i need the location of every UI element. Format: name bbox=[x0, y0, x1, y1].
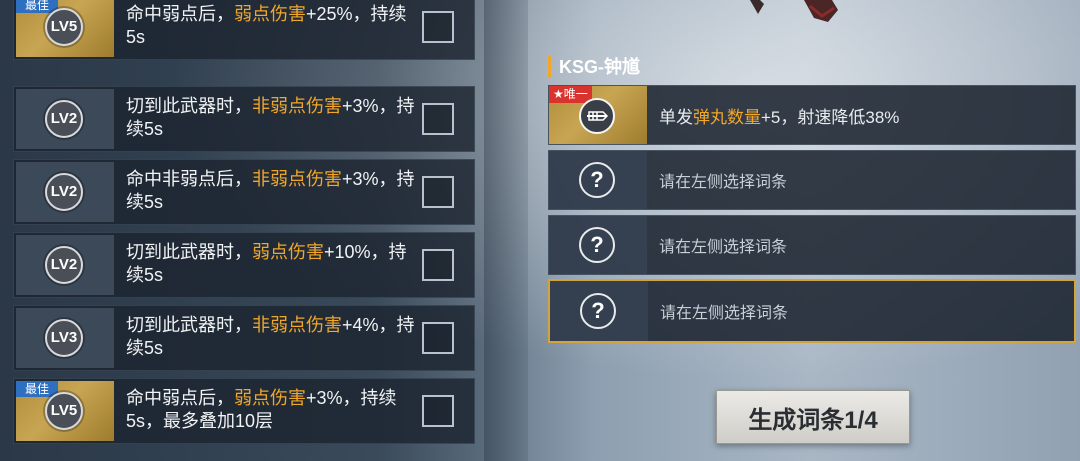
affix-highlight: 弱点伤害 bbox=[252, 242, 324, 262]
level-badge: LV5 bbox=[45, 8, 83, 46]
affix-text: 切到此武器时， bbox=[126, 315, 252, 335]
affix-highlight: 非弱点伤害 bbox=[252, 315, 342, 335]
level-tile: LV2 bbox=[16, 162, 114, 222]
affix-slot[interactable]: ? 请在左侧选择词条 bbox=[548, 215, 1076, 275]
affix-row[interactable]: 最佳 LV5 命中弱点后，弱点伤害+3%，持续5s，最多叠加10层 bbox=[13, 378, 475, 444]
best-badge: 最佳 bbox=[16, 381, 58, 397]
level-badge: LV5 bbox=[45, 392, 83, 430]
question-icon: ? bbox=[580, 293, 616, 329]
ammo-icon bbox=[579, 98, 615, 134]
affix-row[interactable]: 最佳 LV5 命中弱点后，弱点伤害+25%，持续5s bbox=[13, 0, 475, 60]
level-badge: LV2 bbox=[45, 246, 83, 284]
level-tile: 最佳 LV5 bbox=[16, 0, 114, 57]
affix-checkbox[interactable] bbox=[422, 395, 454, 427]
affix-slot-selected[interactable]: ? 请在左侧选择词条 bbox=[548, 279, 1076, 343]
level-badge: LV2 bbox=[45, 173, 83, 211]
slot-placeholder: 请在左侧选择词条 bbox=[659, 174, 788, 191]
affix-row[interactable]: LV2 切到此武器时，弱点伤害+10%，持续5s bbox=[13, 232, 475, 298]
slot-description: 单发 弹丸数量 +5，射速降低38% bbox=[659, 86, 899, 144]
affix-row[interactable]: LV2 切到此武器时，非弱点伤害+3%，持续5s bbox=[13, 86, 475, 152]
level-badge: LV3 bbox=[45, 319, 83, 357]
slot-icon-tile: ★唯一 bbox=[549, 86, 647, 144]
affix-checkbox[interactable] bbox=[422, 322, 454, 354]
slot-highlight: 弹丸数量 bbox=[693, 107, 761, 127]
generate-affix-button[interactable]: 生成词条1/4 bbox=[716, 390, 910, 444]
affix-checkbox[interactable] bbox=[422, 11, 454, 43]
affix-row[interactable]: LV2 命中非弱点后，非弱点伤害+3%，持续5s bbox=[13, 159, 475, 225]
slot-placeholder: 请在左侧选择词条 bbox=[660, 305, 789, 322]
affix-checkbox[interactable] bbox=[422, 176, 454, 208]
slot-icon-tile: ? bbox=[550, 281, 648, 341]
affix-row[interactable]: LV3 切到此武器时，非弱点伤害+4%，持续5s bbox=[13, 305, 475, 371]
affix-checkbox[interactable] bbox=[422, 249, 454, 281]
affix-text: 命中非弱点后， bbox=[126, 169, 252, 189]
affix-description: 切到此武器时，弱点伤害+10%，持续5s bbox=[126, 241, 416, 287]
affix-text: 命中弱点后， bbox=[126, 388, 234, 408]
slot-placeholder: 请在左侧选择词条 bbox=[659, 239, 788, 256]
weapon-title: KSG-钟馗 bbox=[548, 56, 640, 78]
affix-highlight: 弱点伤害 bbox=[234, 4, 306, 24]
level-tile: LV2 bbox=[16, 89, 114, 149]
slot-icon-tile: ? bbox=[549, 151, 647, 209]
question-icon: ? bbox=[579, 227, 615, 263]
affix-description: 切到此武器时，非弱点伤害+3%，持续5s bbox=[126, 95, 416, 141]
affix-text: 命中弱点后， bbox=[126, 4, 234, 24]
affix-highlight: 弱点伤害 bbox=[234, 388, 306, 408]
affix-highlight: 非弱点伤害 bbox=[252, 96, 342, 116]
list-divider bbox=[484, 0, 528, 461]
affix-description: 命中非弱点后，非弱点伤害+3%，持续5s bbox=[126, 168, 416, 214]
affix-slot[interactable]: ? 请在左侧选择词条 bbox=[548, 150, 1076, 210]
weapon-preview-image bbox=[750, 0, 838, 22]
level-badge: LV2 bbox=[45, 100, 83, 138]
affix-checkbox[interactable] bbox=[422, 103, 454, 135]
affix-description: 命中弱点后，弱点伤害+3%，持续5s，最多叠加10层 bbox=[126, 387, 416, 433]
slot-text: +5，射速降低38% bbox=[761, 107, 900, 127]
slot-text: 单发 bbox=[659, 107, 693, 127]
affix-slot[interactable]: ★唯一 单发 弹丸数量 +5，射速降低38% bbox=[548, 85, 1076, 145]
affix-list-panel: 最佳 LV5 命中弱点后，弱点伤害+25%，持续5s LV2 切到此武器时，非弱… bbox=[0, 0, 484, 461]
affix-text: 切到此武器时， bbox=[126, 242, 252, 262]
question-icon: ? bbox=[579, 162, 615, 198]
affix-highlight: 非弱点伤害 bbox=[252, 169, 342, 189]
level-tile: LV2 bbox=[16, 235, 114, 295]
affix-description: 切到此武器时，非弱点伤害+4%，持续5s bbox=[126, 314, 416, 360]
slot-icon-tile: ? bbox=[549, 216, 647, 274]
affix-description: 命中弱点后，弱点伤害+25%，持续5s bbox=[126, 3, 416, 49]
level-tile: 最佳 LV5 bbox=[16, 381, 114, 441]
level-tile: LV3 bbox=[16, 308, 114, 368]
affix-text: 切到此武器时， bbox=[126, 96, 252, 116]
